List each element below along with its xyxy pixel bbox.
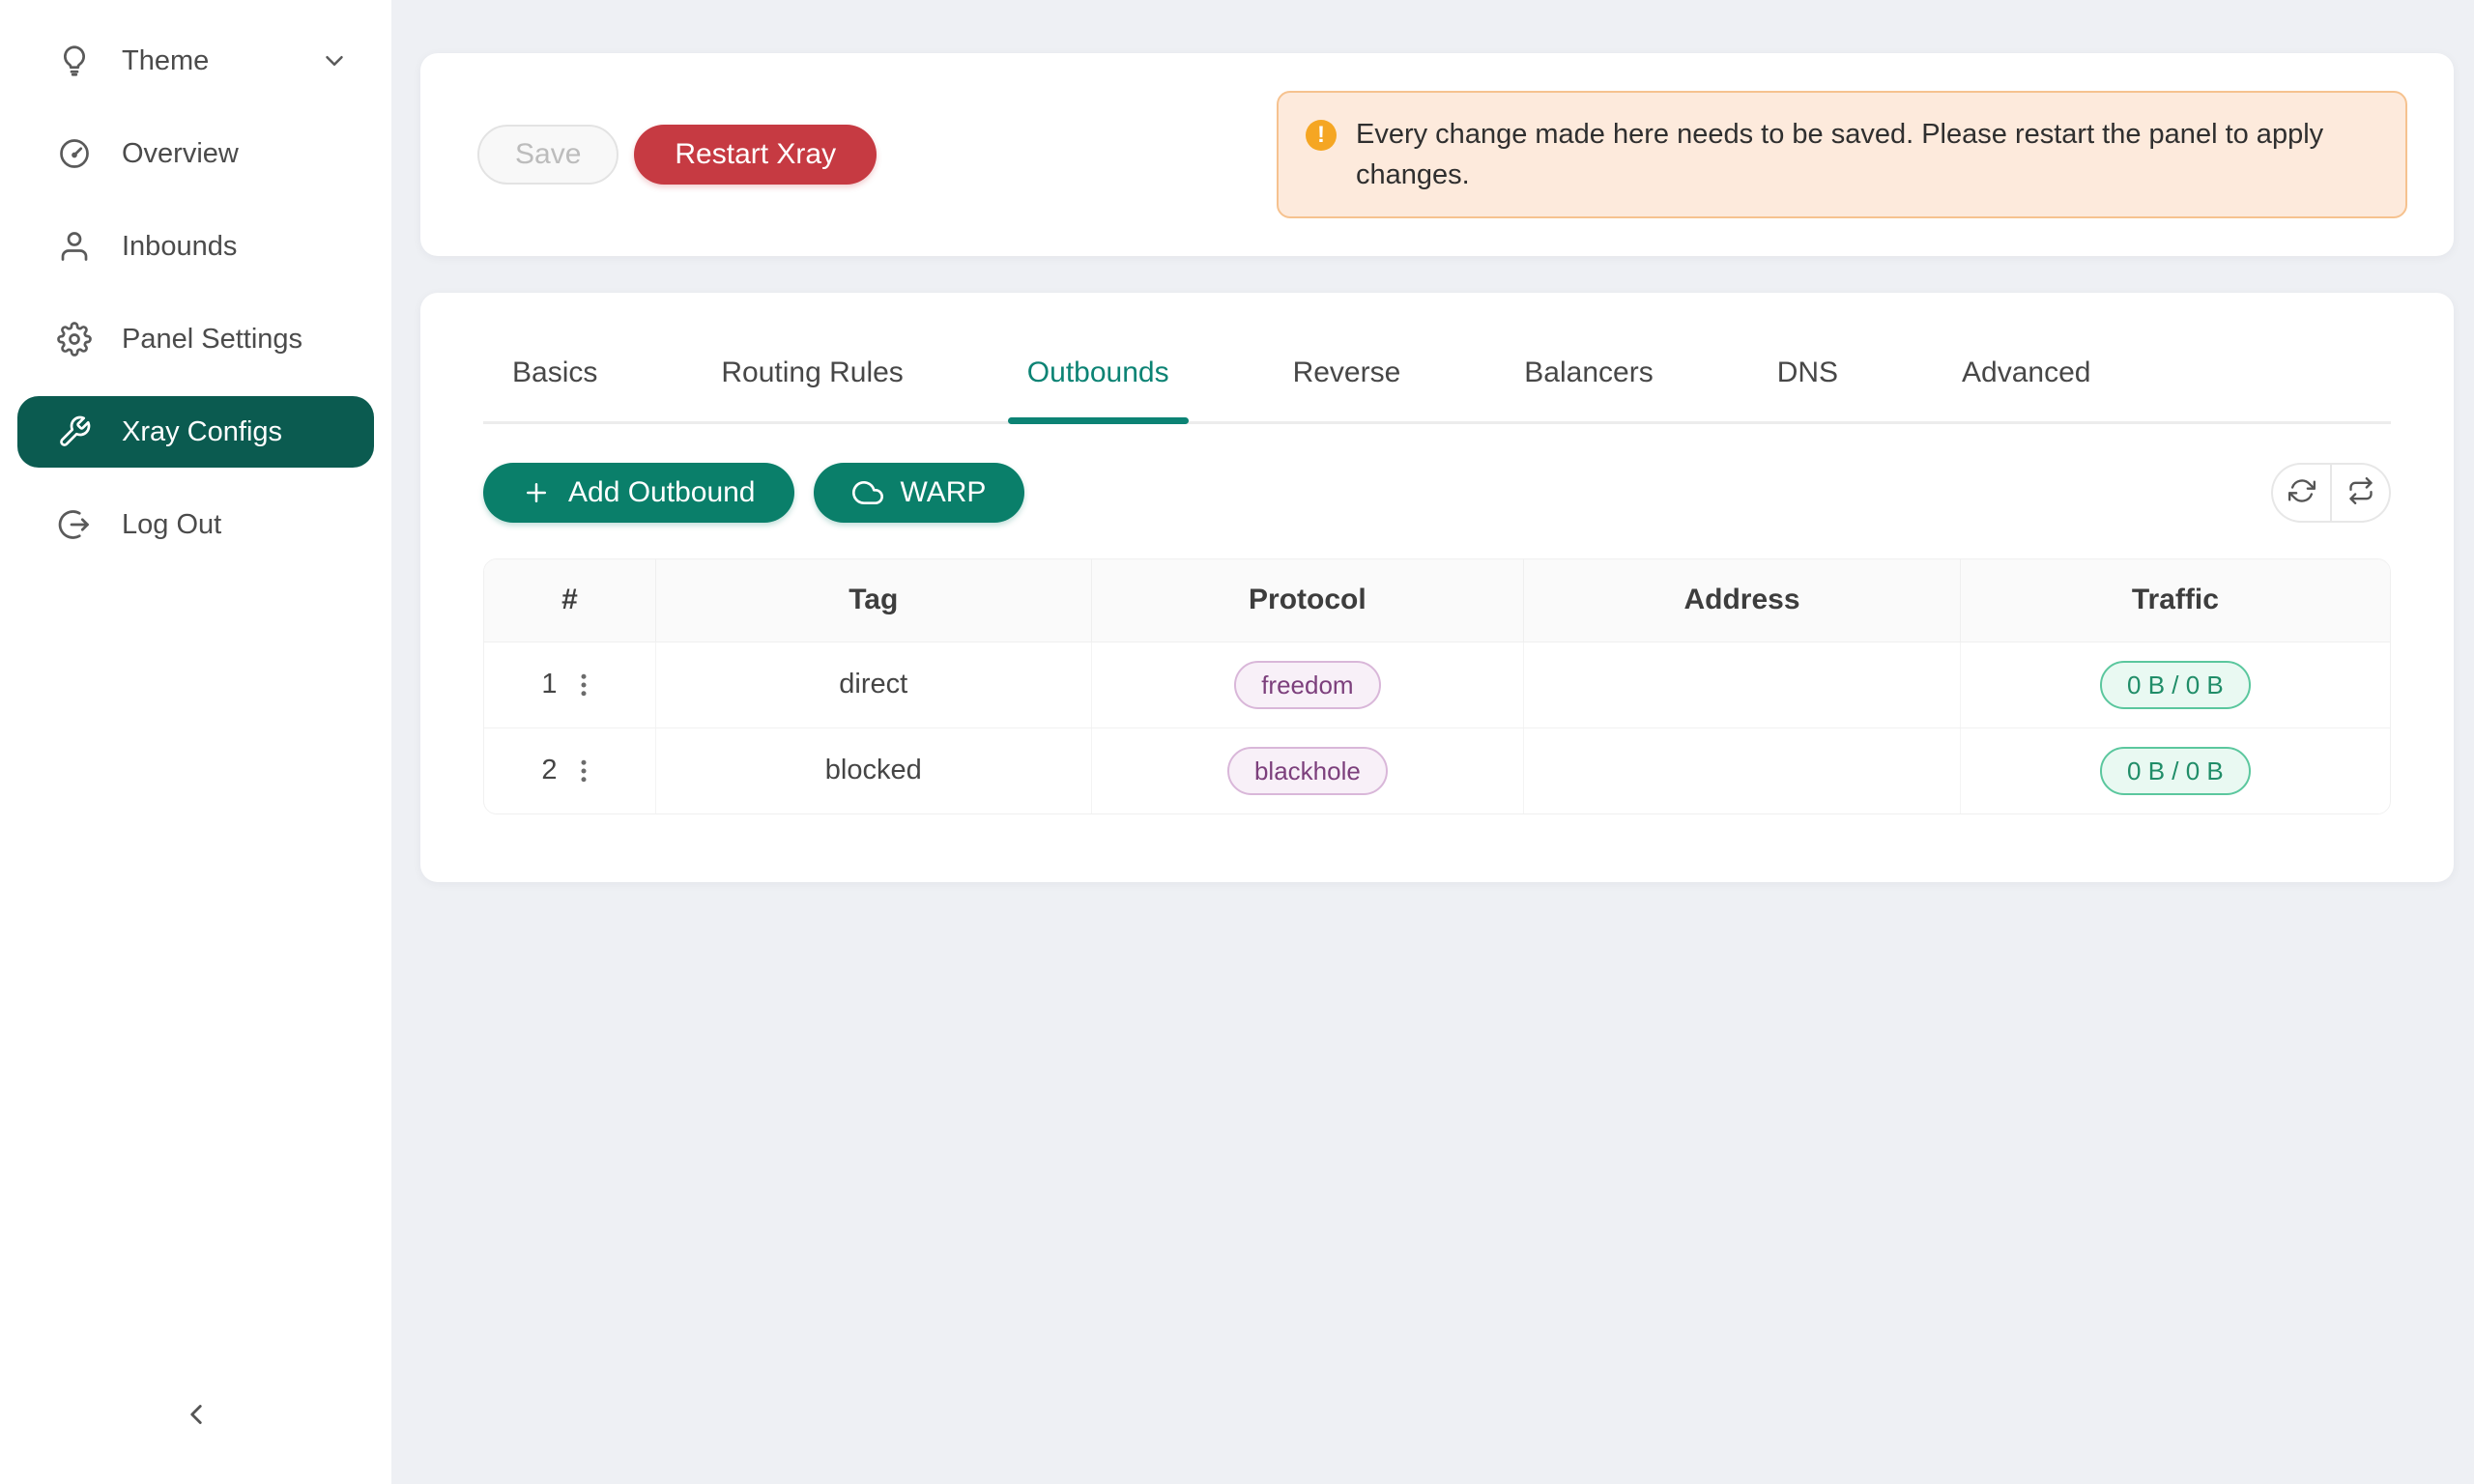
chevron-left-icon: [180, 1398, 213, 1436]
warp-button[interactable]: WARP: [814, 463, 1025, 523]
address-cell: [1524, 642, 1961, 728]
table-row: 1 direct freedom: [484, 642, 2390, 728]
row-menu-button[interactable]: [569, 756, 598, 785]
user-icon: [56, 228, 93, 265]
dashboard-icon: [56, 135, 93, 172]
restart-xray-button[interactable]: Restart Xray: [634, 125, 877, 185]
reload-config-button[interactable]: [2331, 463, 2391, 523]
bulb-icon: [56, 43, 93, 79]
tab-basics[interactable]: Basics: [493, 357, 617, 421]
chevron-down-icon: [320, 46, 349, 75]
config-tabs: Basics Routing Rules Outbounds Reverse B…: [483, 357, 2391, 424]
refresh-button[interactable]: [2271, 463, 2331, 523]
protocol-cell: blackhole: [1091, 728, 1524, 813]
traffic-cell: 0 B / 0 B: [1960, 642, 2390, 728]
sidebar-item-log-out[interactable]: Log Out: [17, 489, 374, 560]
col-header-traffic: Traffic: [1960, 559, 2390, 642]
refresh-icon: [2288, 477, 2316, 509]
traffic-cell: 0 B / 0 B: [1960, 728, 2390, 813]
alert-text: Every change made here needs to be saved…: [1356, 114, 2373, 195]
plus-icon: [522, 478, 551, 507]
tab-reverse[interactable]: Reverse: [1274, 357, 1421, 421]
add-outbound-label: Add Outbound: [568, 476, 756, 509]
sidebar-item-label: Inbounds: [122, 231, 237, 263]
table-header-row: # Tag Protocol Address Traffic: [484, 559, 2390, 642]
sidebar-item-label: Xray Configs: [122, 416, 282, 448]
traffic-badge: 0 B / 0 B: [2100, 747, 2251, 795]
tag-cell: blocked: [655, 728, 1091, 813]
xray-config-card: Basics Routing Rules Outbounds Reverse B…: [420, 293, 2454, 882]
restart-warning-alert: ! Every change made here needs to be sav…: [1277, 91, 2407, 218]
row-menu-button[interactable]: [569, 671, 598, 699]
sidebar-item-label: Theme: [122, 45, 209, 77]
row-index: 2: [541, 755, 557, 786]
address-cell: [1524, 728, 1961, 813]
logout-icon: [56, 506, 93, 543]
warning-icon: !: [1306, 120, 1337, 151]
table-row: 2 blocked blackhole: [484, 728, 2390, 813]
outbounds-table: # Tag Protocol Address Traffic 1: [483, 558, 2391, 814]
main-content: Save Restart Xray ! Every change made he…: [391, 0, 2474, 1484]
tab-routing-rules[interactable]: Routing Rules: [702, 357, 922, 421]
table-tools: [2271, 463, 2391, 523]
tab-balancers[interactable]: Balancers: [1505, 357, 1672, 421]
tab-dns[interactable]: DNS: [1758, 357, 1857, 421]
traffic-badge: 0 B / 0 B: [2100, 661, 2251, 709]
col-header-address: Address: [1524, 559, 1961, 642]
col-header-protocol: Protocol: [1091, 559, 1524, 642]
sidebar-item-overview[interactable]: Overview: [17, 118, 374, 189]
sidebar-item-label: Log Out: [122, 509, 221, 541]
repeat-icon: [2347, 477, 2374, 509]
protocol-badge[interactable]: blackhole: [1227, 747, 1388, 795]
save-button[interactable]: Save: [477, 125, 618, 185]
sidebar-item-xray-configs[interactable]: Xray Configs: [17, 396, 374, 468]
sidebar-item-inbounds[interactable]: Inbounds: [17, 211, 374, 282]
tab-advanced[interactable]: Advanced: [1942, 357, 2110, 421]
sidebar-item-theme[interactable]: Theme: [17, 25, 374, 97]
protocol-badge[interactable]: freedom: [1234, 661, 1380, 709]
sidebar-item-label: Panel Settings: [122, 324, 302, 356]
tab-outbounds[interactable]: Outbounds: [1008, 357, 1189, 421]
toolbar-card: Save Restart Xray ! Every change made he…: [420, 53, 2454, 256]
row-index: 1: [541, 669, 557, 700]
cloud-icon: [852, 477, 883, 508]
add-outbound-button[interactable]: Add Outbound: [483, 463, 794, 523]
sidebar-item-label: Overview: [122, 138, 239, 170]
tag-cell: direct: [655, 642, 1091, 728]
sidebar: Theme Overview Inbounds: [0, 0, 391, 1484]
wrench-icon: [56, 414, 93, 450]
outbounds-actions-row: Add Outbound WARP: [483, 463, 2391, 523]
sidebar-item-panel-settings[interactable]: Panel Settings: [17, 303, 374, 375]
sidebar-collapse-button[interactable]: [167, 1387, 225, 1445]
protocol-cell: freedom: [1091, 642, 1524, 728]
col-header-tag: Tag: [655, 559, 1091, 642]
gear-icon: [56, 321, 93, 357]
app-window: Theme Overview Inbounds: [0, 0, 2474, 1484]
col-header-index: #: [484, 559, 655, 642]
warp-label: WARP: [901, 476, 987, 509]
